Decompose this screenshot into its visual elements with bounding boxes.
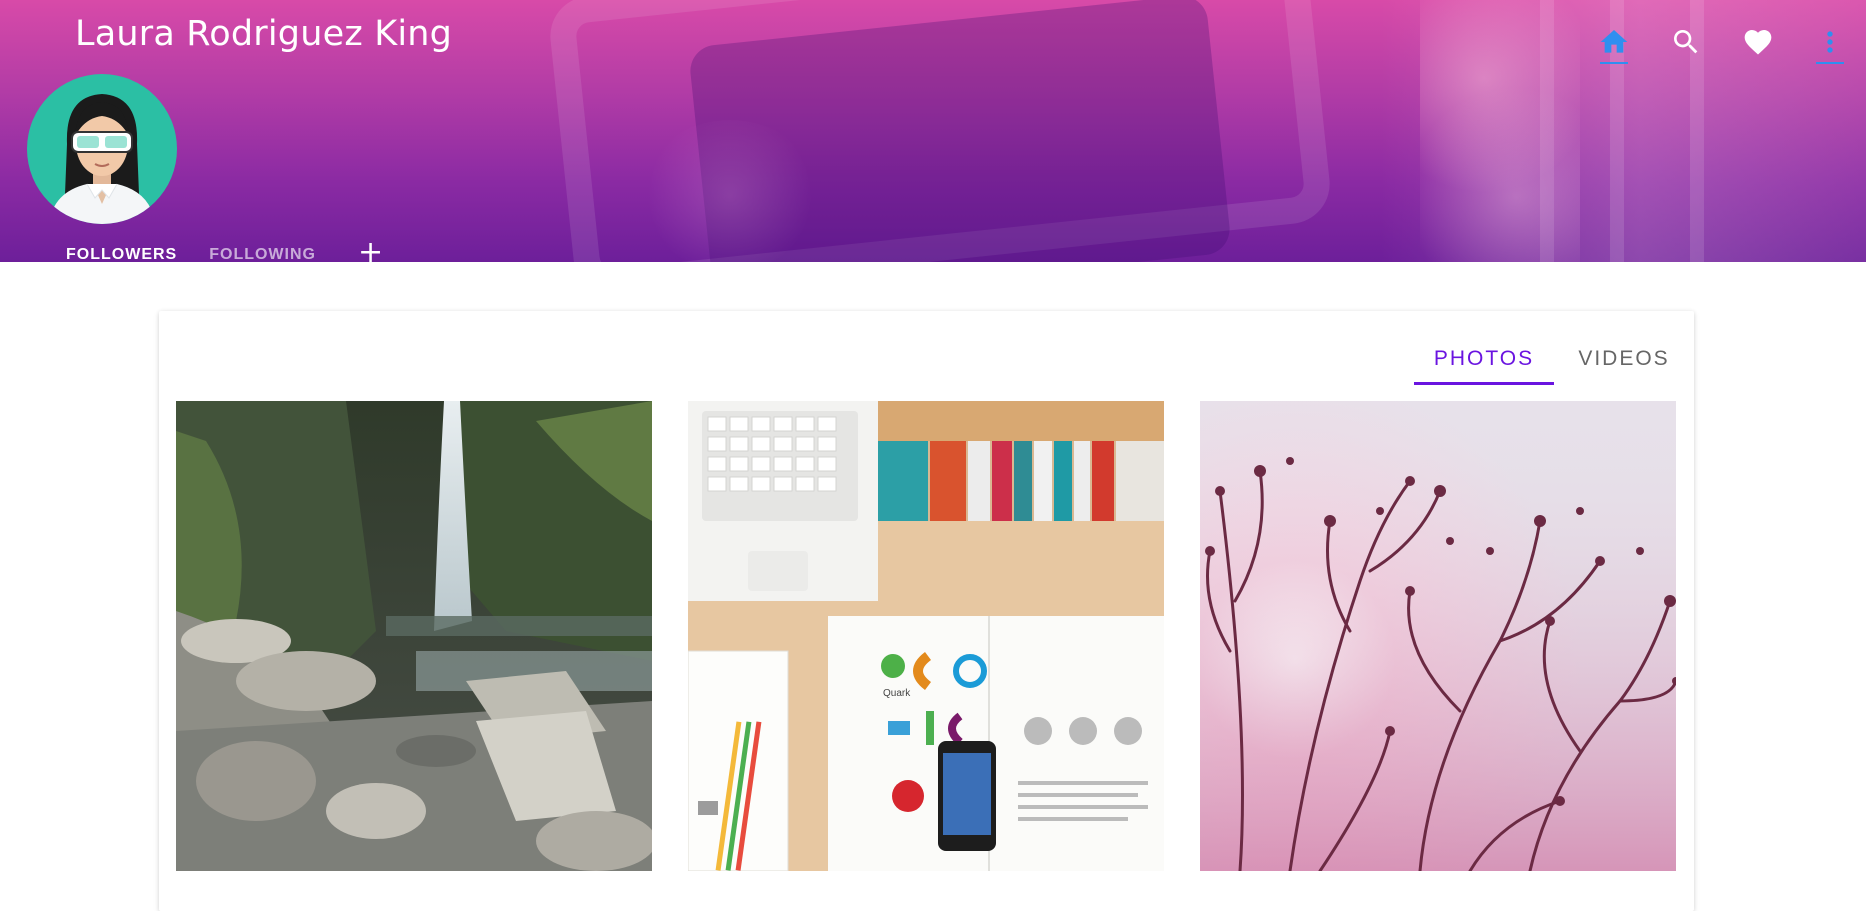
- photo-tile[interactable]: [176, 401, 652, 871]
- profile-header-banner: Laura Rodriguez King FOLLOWERS FOLLOWING…: [0, 0, 1866, 262]
- svg-text:Quark: Quark: [883, 688, 911, 699]
- banner-decoration: [1420, 0, 1580, 262]
- favorites-button[interactable]: [1722, 18, 1794, 66]
- add-button[interactable]: +: [342, 238, 399, 263]
- follow-tabs: FOLLOWERS FOLLOWING +: [50, 238, 399, 263]
- header-actions: [1578, 18, 1866, 66]
- home-icon: [1600, 30, 1628, 53]
- tab-following[interactable]: FOLLOWING: [193, 240, 332, 262]
- banner-decoration: [640, 120, 820, 262]
- heart-icon: [1744, 30, 1772, 55]
- profile-name: Laura Rodriguez King: [75, 14, 453, 54]
- branches-photo: [1200, 401, 1676, 871]
- tab-photos[interactable]: PHOTOS: [1414, 329, 1554, 385]
- search-button[interactable]: [1650, 18, 1722, 66]
- home-button[interactable]: [1578, 18, 1650, 66]
- media-card: PHOTOS VIDEOS Quark: [159, 311, 1694, 911]
- photo-tile[interactable]: Quark: [688, 401, 1164, 871]
- photo-grid: Quark: [176, 401, 1676, 871]
- search-icon: [1674, 30, 1698, 54]
- photo-tile[interactable]: [1200, 401, 1676, 871]
- more-vert-icon: [1827, 31, 1833, 53]
- more-options-button[interactable]: [1794, 18, 1866, 66]
- media-tabs: PHOTOS VIDEOS: [1414, 329, 1694, 385]
- waterfall-photo: [176, 401, 652, 871]
- desk-photo: Quark: [688, 401, 1164, 871]
- tab-videos[interactable]: VIDEOS: [1554, 329, 1694, 385]
- avatar[interactable]: [27, 74, 177, 224]
- tab-followers[interactable]: FOLLOWERS: [50, 240, 193, 262]
- avatar-illustration: [49, 94, 155, 224]
